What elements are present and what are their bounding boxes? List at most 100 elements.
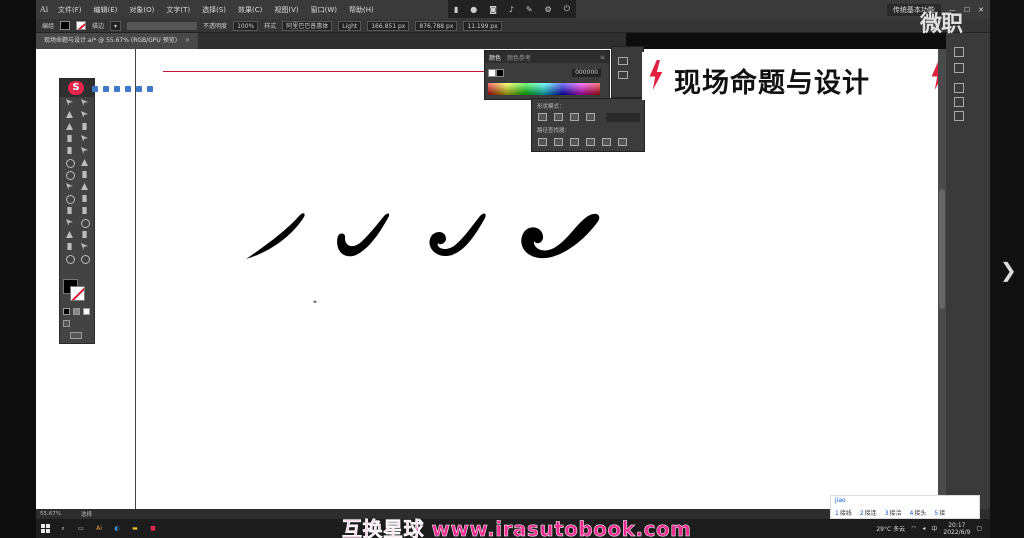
stroke-2[interactable] bbox=[337, 213, 390, 257]
clock[interactable]: 20:17 2022/6/9 bbox=[943, 522, 970, 536]
lasso-tool-icon[interactable] bbox=[80, 110, 89, 119]
watermark-logo: 微职 bbox=[920, 12, 963, 37]
tools-header: S bbox=[60, 79, 94, 97]
paintbrush-tool-icon[interactable] bbox=[80, 146, 89, 155]
stroke-1[interactable] bbox=[246, 213, 305, 259]
current-tool-status: 选择 bbox=[80, 512, 92, 518]
hex-field[interactable]: 000000 bbox=[572, 69, 601, 77]
volume-icon[interactable]: ◂ bbox=[922, 525, 925, 532]
folder-taskbar-icon[interactable]: ▬ bbox=[126, 519, 144, 538]
eraser-tool-icon[interactable] bbox=[80, 158, 89, 167]
symbol-sprayer-tool-icon[interactable] bbox=[65, 230, 74, 239]
weather-widget[interactable]: 29°C 多云 bbox=[876, 524, 905, 533]
store-taskbar-icon[interactable]: ■ bbox=[144, 519, 162, 538]
outline-icon[interactable] bbox=[602, 138, 611, 146]
arrange-icon[interactable] bbox=[114, 86, 120, 92]
curvature-tool-icon[interactable] bbox=[80, 122, 89, 131]
network-icon[interactable]: ◠ bbox=[911, 525, 916, 532]
task-view-icon[interactable]: ▭ bbox=[72, 519, 90, 538]
crop-icon[interactable] bbox=[586, 138, 595, 146]
vertical-scrollbar[interactable] bbox=[938, 49, 946, 509]
ime-candidate[interactable]: 3接洽 bbox=[885, 508, 902, 517]
notification-icon[interactable]: ▢ bbox=[976, 525, 982, 532]
blend-tool-icon[interactable] bbox=[80, 218, 90, 228]
panel-menu-icon[interactable]: ≡ bbox=[600, 54, 605, 61]
trim-icon[interactable] bbox=[554, 138, 563, 146]
start-button[interactable] bbox=[36, 519, 54, 538]
minus-front-icon[interactable] bbox=[554, 113, 563, 121]
stroke-4[interactable] bbox=[521, 213, 600, 259]
symbol-icon[interactable] bbox=[136, 86, 142, 92]
color-spectrum[interactable] bbox=[488, 83, 600, 95]
gradient-tool-icon[interactable] bbox=[80, 206, 89, 215]
illustrator-taskbar-icon[interactable]: Ai bbox=[90, 519, 108, 538]
shape-builder-tool-icon[interactable] bbox=[65, 194, 75, 204]
stroke-mini-swatch[interactable] bbox=[488, 69, 496, 77]
width-tool-icon[interactable] bbox=[65, 182, 74, 191]
expand-button[interactable] bbox=[606, 113, 640, 122]
palette-icon[interactable] bbox=[618, 57, 628, 65]
ime-candidate[interactable]: 2接连 bbox=[860, 508, 877, 517]
ime-indicator[interactable]: 中 bbox=[931, 524, 937, 533]
rotate-tool-icon[interactable] bbox=[65, 170, 75, 180]
selection-tool-icon[interactable] bbox=[65, 98, 74, 107]
rectangle-tool-icon[interactable] bbox=[65, 146, 74, 155]
zoom-level[interactable]: 55.67% bbox=[40, 511, 61, 517]
perspective-grid-tool-icon[interactable] bbox=[80, 194, 89, 203]
stroke-3[interactable] bbox=[429, 213, 486, 257]
gradient-mode-icon[interactable] bbox=[73, 308, 80, 315]
slice-tool-icon[interactable] bbox=[80, 242, 89, 251]
merge-icon[interactable] bbox=[570, 138, 579, 146]
line-tool-icon[interactable] bbox=[80, 134, 89, 143]
zoom-tool-icon[interactable] bbox=[80, 254, 90, 264]
pathfinder-panel: 形状模式： 路径查找器： bbox=[531, 98, 645, 152]
eyedropper-tool-icon[interactable] bbox=[65, 218, 74, 227]
tab-color-guide[interactable]: 颜色参考 bbox=[507, 53, 531, 62]
layers-panel-icon[interactable] bbox=[954, 83, 964, 93]
exclude-icon[interactable] bbox=[586, 113, 595, 121]
column-graph-tool-icon[interactable] bbox=[80, 230, 89, 239]
swatches-icon[interactable] bbox=[618, 71, 628, 79]
scroll-thumb[interactable] bbox=[939, 189, 945, 309]
minus-back-icon[interactable] bbox=[618, 138, 627, 146]
lightning-icon bbox=[649, 60, 663, 90]
color-panel-swatches[interactable] bbox=[488, 69, 504, 77]
unite-icon[interactable] bbox=[538, 113, 547, 121]
mesh-tool-icon[interactable] bbox=[65, 206, 74, 215]
align-icon[interactable] bbox=[92, 86, 98, 92]
ime-candidate[interactable]: 1接线 bbox=[835, 508, 852, 517]
artboard-tool-icon[interactable] bbox=[65, 242, 74, 251]
properties-icon[interactable] bbox=[954, 47, 964, 57]
type-tool-icon[interactable] bbox=[65, 134, 74, 143]
none-mode-icon[interactable] bbox=[83, 308, 90, 315]
hand-tool-icon[interactable] bbox=[65, 254, 75, 264]
screen-mode-icon[interactable] bbox=[70, 332, 82, 339]
divide-icon[interactable] bbox=[538, 138, 547, 146]
fill-mini-swatch[interactable] bbox=[496, 69, 504, 77]
tab-color[interactable]: 颜色 bbox=[489, 53, 501, 62]
right-dock bbox=[946, 33, 990, 509]
shaper-tool-icon[interactable] bbox=[65, 158, 75, 168]
ime-candidate[interactable]: 4接头 bbox=[910, 508, 927, 517]
grid-icon[interactable] bbox=[103, 86, 109, 92]
stroke-color-box[interactable] bbox=[70, 286, 85, 301]
transform-icon[interactable] bbox=[125, 86, 131, 92]
clock-time: 20:17 bbox=[948, 521, 966, 529]
pen-tool-icon[interactable] bbox=[65, 122, 74, 131]
magic-wand-tool-icon[interactable] bbox=[65, 110, 74, 119]
shape-modes-label: 形状模式： bbox=[537, 104, 565, 110]
scale-tool-icon[interactable] bbox=[80, 170, 89, 179]
screen: ❯ Ai 文件(F) 编辑(E) 对象(O) 文字(T) 选择(S) 效果(C)… bbox=[0, 0, 1024, 538]
color-mode-icon[interactable] bbox=[63, 308, 70, 315]
browser-taskbar-icon[interactable]: ◐ bbox=[108, 519, 126, 538]
draw-mode-icon[interactable] bbox=[63, 320, 70, 327]
search-icon[interactable]: ⌕ bbox=[54, 519, 72, 538]
ime-candidate[interactable]: 5接 bbox=[934, 508, 945, 517]
artboards-panel-icon[interactable] bbox=[954, 97, 964, 107]
direct-selection-tool-icon[interactable] bbox=[80, 98, 89, 107]
asset-export-icon[interactable] bbox=[954, 111, 964, 121]
intersect-icon[interactable] bbox=[570, 113, 579, 121]
layers-icon[interactable] bbox=[147, 86, 153, 92]
free-transform-tool-icon[interactable] bbox=[80, 182, 89, 191]
libraries-icon[interactable] bbox=[954, 63, 964, 73]
